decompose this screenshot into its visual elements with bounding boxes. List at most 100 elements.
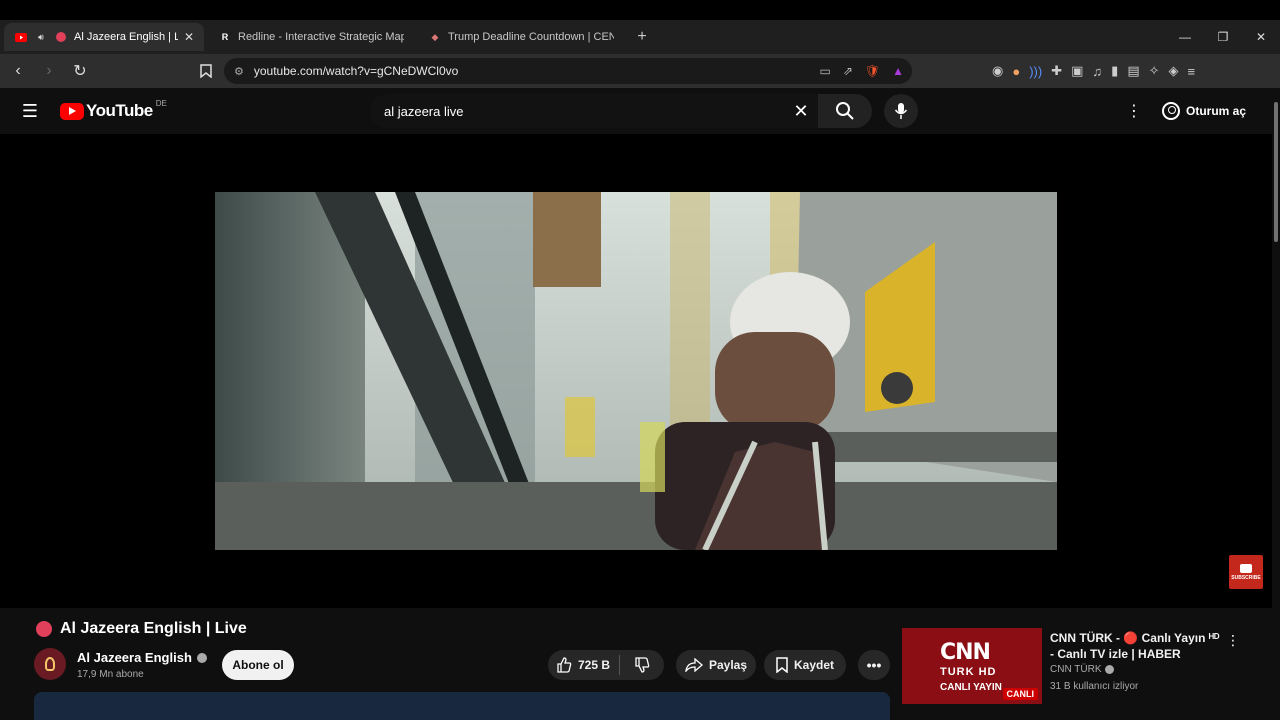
video-title: Al Jazeera English | Live bbox=[36, 620, 247, 638]
logo-text: YouTube bbox=[86, 101, 153, 120]
extensions-puzzle-icon[interactable]: ✚ bbox=[1051, 63, 1062, 79]
dislike-button[interactable] bbox=[620, 657, 664, 673]
subscriber-count: 17,9 Mn abone bbox=[77, 669, 144, 680]
browser-tab-strip: 🔊︎ Al Jazeera English | Live - ✕ R Redli… bbox=[0, 20, 1280, 54]
live-dot-icon bbox=[54, 31, 68, 43]
recommended-more-icon[interactable]: ⋮ bbox=[1226, 630, 1240, 650]
voice-search-button[interactable] bbox=[884, 94, 918, 128]
account-icon bbox=[1162, 102, 1180, 120]
recommended-video[interactable]: CNN TURK HD CANLI YAYIN CANLI CNN TÜRK -… bbox=[902, 628, 1262, 704]
back-button[interactable]: ‹ bbox=[5, 58, 31, 84]
subscribe-button[interactable]: Abone ol bbox=[222, 650, 294, 680]
youtube-logo[interactable]: YouTube DE bbox=[60, 99, 167, 121]
like-count: 725 B bbox=[578, 658, 611, 672]
extension-bulb-icon[interactable]: ● bbox=[1012, 64, 1020, 79]
verified-badge-icon bbox=[1105, 665, 1115, 674]
new-tab-button[interactable]: + bbox=[632, 27, 652, 47]
video-frame[interactable] bbox=[215, 192, 1057, 550]
forward-button[interactable]: › bbox=[36, 58, 62, 84]
save-button[interactable]: Kaydet bbox=[764, 650, 846, 680]
search-query: al jazeera live bbox=[384, 103, 464, 119]
video-still-image bbox=[215, 192, 1057, 550]
sign-in-button[interactable]: Oturum aç bbox=[1162, 97, 1246, 125]
extension-shield-icon[interactable]: ◉ bbox=[992, 63, 1003, 79]
brave-shield-icon[interactable]: 🛡︎ bbox=[865, 64, 880, 78]
live-dot-icon bbox=[36, 621, 52, 637]
subscribe-watermark[interactable]: SUBSCRIBE bbox=[1229, 555, 1263, 589]
reload-button[interactable]: ↻ bbox=[67, 58, 93, 84]
clear-search-icon[interactable]: ✕ bbox=[788, 98, 814, 124]
tab-title: Al Jazeera English | Live - bbox=[74, 31, 178, 43]
leo-ai-icon[interactable]: ✧ bbox=[1149, 63, 1160, 79]
browser-toolbar: ‹ › ↻ ⚙︎ youtube.com/watch?v=gCNeDWCl0vo… bbox=[0, 54, 1280, 88]
site-settings-icon[interactable]: ⚙︎ bbox=[234, 65, 244, 78]
youtube-play-icon bbox=[60, 102, 84, 120]
share-button[interactable]: Paylaş bbox=[676, 650, 756, 680]
tab-redline[interactable]: R Redline - Interactive Strategic Map bbox=[208, 23, 414, 51]
video-details: Al Jazeera English | Live Al Jazeera Eng… bbox=[0, 608, 1272, 720]
url-text: youtube.com/watch?v=gCNeDWCl0vo bbox=[253, 64, 459, 78]
tab-trump-deadline[interactable]: ◆ Trump Deadline Countdown | CENTCO bbox=[418, 23, 624, 51]
al-jazeera-logo-icon bbox=[45, 657, 55, 671]
media-music-icon[interactable]: ♫ bbox=[1092, 64, 1102, 79]
wallet-icon[interactable]: ▤ bbox=[1127, 63, 1139, 79]
tab-close-icon[interactable]: ✕ bbox=[184, 30, 194, 44]
restore-icon[interactable]: ❐ bbox=[1204, 20, 1242, 54]
scrollbar-thumb[interactable] bbox=[1274, 102, 1278, 242]
video-title-text: Al Jazeera English | Live bbox=[60, 620, 247, 637]
channel-avatar[interactable] bbox=[34, 648, 66, 680]
extension-icons: ◉ ● ))) ✚ ▣ ♫ ▮ ▤ ✧ ◈ ≡ bbox=[992, 58, 1195, 84]
channel-name-text: Al Jazeera English bbox=[77, 650, 192, 665]
window-controls: — ❐ ✕ bbox=[1166, 20, 1280, 54]
thumbs-down-icon bbox=[635, 657, 650, 673]
recommended-title[interactable]: CNN TÜRK - 🔴 Canlı Yayın ᴴᴰ - Canlı TV i… bbox=[1050, 630, 1224, 662]
recommended-viewers: 31 B kullanıcı izliyor bbox=[1050, 681, 1139, 692]
recommended-thumbnail[interactable]: CNN TURK HD CANLI YAYIN CANLI bbox=[902, 628, 1042, 704]
video-player[interactable]: SUBSCRIBE bbox=[0, 134, 1272, 608]
search-button[interactable] bbox=[818, 94, 872, 128]
settings-more-icon[interactable]: ⋮ bbox=[1124, 100, 1144, 122]
close-window-icon[interactable]: ✕ bbox=[1242, 20, 1280, 54]
watermark-text: SUBSCRIBE bbox=[1231, 574, 1261, 581]
cast-icon[interactable]: ▭ bbox=[819, 64, 830, 78]
sign-in-label: Oturum aç bbox=[1186, 104, 1247, 118]
tab-title: Trump Deadline Countdown | CENTCO bbox=[448, 31, 614, 43]
like-dislike-group: 725 B bbox=[548, 650, 664, 680]
audio-playing-icon[interactable]: 🔊︎ bbox=[34, 31, 48, 43]
page-scrollbar[interactable] bbox=[1272, 88, 1280, 720]
tab-title: Redline - Interactive Strategic Map bbox=[238, 31, 404, 43]
like-button[interactable]: 725 B bbox=[548, 655, 620, 675]
recommended-channel-name: CNN TÜRK bbox=[1050, 664, 1102, 675]
more-actions-button[interactable]: ••• bbox=[858, 650, 890, 680]
guide-menu-icon[interactable]: ☰ bbox=[20, 100, 40, 122]
microphone-icon bbox=[894, 103, 908, 119]
sidebar-toggle-icon[interactable]: ▮ bbox=[1111, 63, 1118, 79]
redline-favicon-icon: R bbox=[221, 32, 229, 42]
recommended-channel[interactable]: CNN TÜRK bbox=[1050, 664, 1115, 675]
share-page-icon[interactable]: ⇗ bbox=[843, 64, 853, 78]
share-icon bbox=[685, 658, 703, 672]
youtube-play-icon bbox=[1240, 563, 1252, 573]
brave-rewards-icon[interactable]: ▲ bbox=[892, 64, 904, 78]
thumb-live: CANLI YAYIN bbox=[940, 682, 1002, 693]
channel-name[interactable]: Al Jazeera English bbox=[77, 650, 207, 665]
minimize-icon[interactable]: — bbox=[1166, 20, 1204, 54]
extension-audio-icon[interactable]: ))) bbox=[1029, 64, 1042, 79]
youtube-favicon-icon bbox=[14, 31, 28, 43]
thumb-brand: CNN bbox=[940, 640, 991, 665]
address-bar[interactable]: ⚙︎ youtube.com/watch?v=gCNeDWCl0vo ▭ ⇗ 🛡… bbox=[224, 58, 912, 84]
address-bar-actions: ▭ ⇗ 🛡︎ ▲ bbox=[819, 58, 904, 84]
bookmark-icon[interactable] bbox=[196, 60, 216, 82]
vpn-icon[interactable]: ◈ bbox=[1169, 63, 1179, 79]
extension-reader-icon[interactable]: ▣ bbox=[1071, 63, 1083, 79]
menu-icon[interactable]: ≡ bbox=[1188, 64, 1196, 79]
share-label: Paylaş bbox=[708, 658, 748, 672]
verified-badge-icon bbox=[196, 652, 207, 663]
screen-top-bar bbox=[0, 0, 1280, 20]
countdown-favicon-icon: ◆ bbox=[431, 31, 439, 42]
search-input[interactable]: al jazeera live ✕ bbox=[370, 94, 818, 128]
description-box[interactable] bbox=[34, 692, 890, 720]
live-badge: CANLI bbox=[1002, 688, 1038, 700]
tab-al-jazeera[interactable]: 🔊︎ Al Jazeera English | Live - ✕ bbox=[4, 23, 204, 51]
save-label: Kaydet bbox=[793, 658, 834, 672]
